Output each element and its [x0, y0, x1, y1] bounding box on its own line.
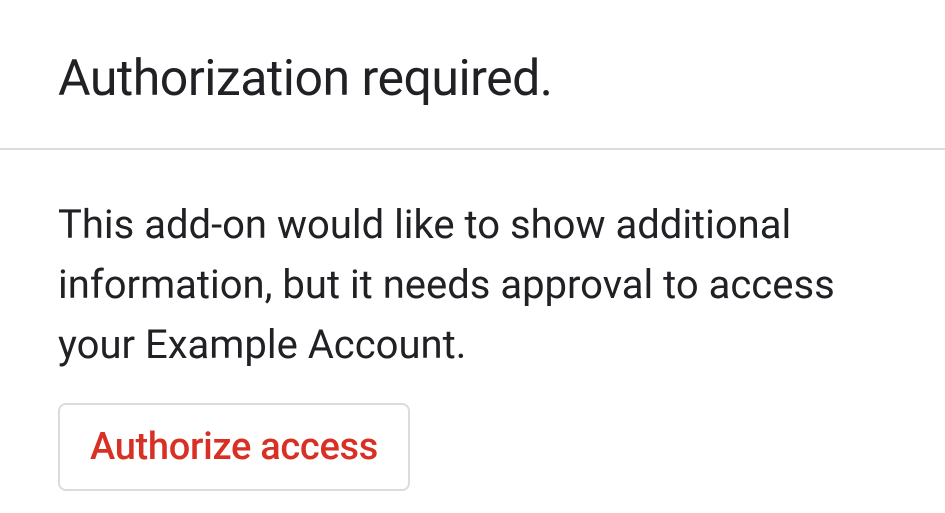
authorization-description: This add-on would like to show additiona…: [58, 195, 887, 375]
page-title: Authorization required.: [58, 50, 887, 108]
content-section: This add-on would like to show additiona…: [0, 150, 945, 491]
authorize-access-button[interactable]: Authorize access: [58, 403, 410, 491]
header-section: Authorization required.: [0, 0, 945, 148]
